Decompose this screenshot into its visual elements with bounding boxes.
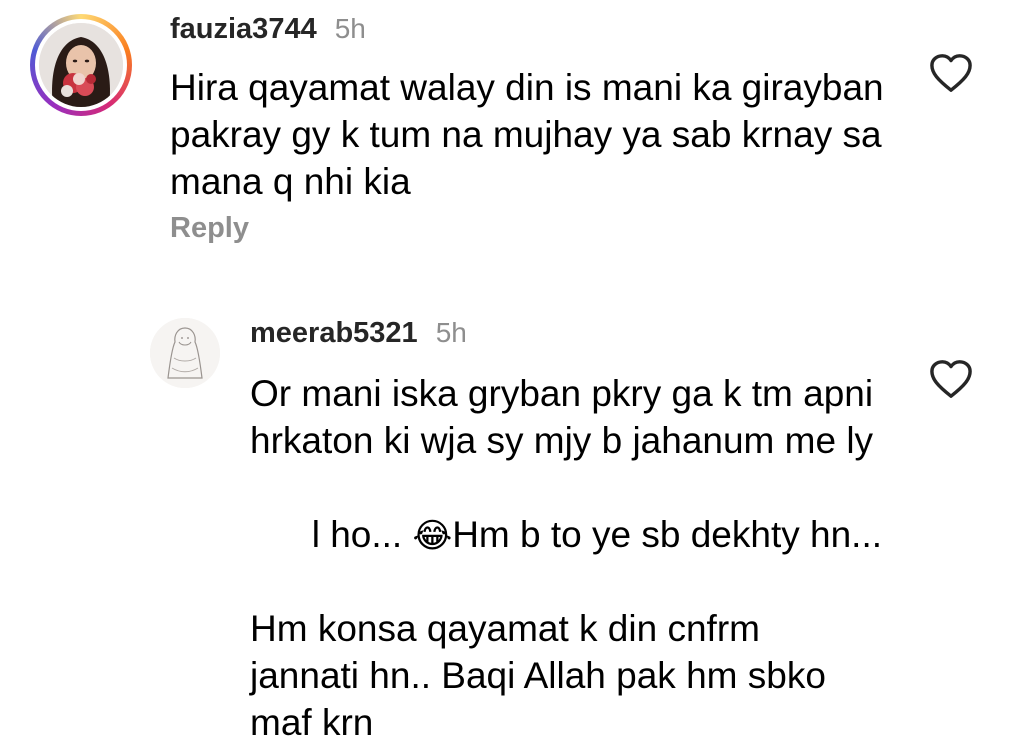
comment-text-line: hrkaton ki wja sy mjy b jahanum me ly: [250, 420, 874, 461]
comment-username[interactable]: fauzia3744: [170, 13, 317, 46]
comment-timestamp: 5h: [435, 317, 467, 348]
comment-text-line: Hm konsa qayamat k din cnfrm: [250, 608, 760, 649]
tears-of-joy-emoji: 😂: [412, 517, 453, 555]
comment-username[interactable]: meerab5321: [250, 317, 418, 350]
heart-outline-icon[interactable]: [928, 52, 974, 94]
comment-item: meerab5321 5h Or mani iska gryban pkry g…: [0, 300, 1024, 743]
reply-button[interactable]: Reply: [170, 212, 249, 245]
profile-sketch-icon: [150, 318, 220, 388]
comment-text-line: Or mani iska gryban pkry ga k tm apni: [250, 373, 874, 414]
comment-text-line: jannati hn.. Baqi Allah pak hm sbko: [250, 655, 826, 696]
avatar[interactable]: [39, 23, 123, 107]
comment-item: fauzia3744 5h Hira qayamat walay din is …: [0, 0, 1024, 300]
comment-text-line: l ho... 😂Hm b to ye sb dekhty hn...: [250, 464, 930, 605]
comment-text: Hira qayamat walay din is mani ka girayb…: [170, 67, 884, 202]
heart-outline-icon[interactable]: [928, 358, 974, 400]
comment-text-fragment: l ho...: [311, 514, 413, 555]
comment-text: Or mani iska gryban pkry ga k tm apni hr…: [250, 370, 930, 746]
comment-text-line: maf krn: [250, 702, 374, 743]
comment-text-fragment: Hm b to ye sb dekhty hn...: [452, 514, 883, 555]
story-ring[interactable]: [30, 14, 132, 116]
profile-photo-icon: [39, 23, 123, 107]
avatar[interactable]: [150, 318, 220, 388]
comment-timestamp: 5h: [334, 13, 366, 44]
